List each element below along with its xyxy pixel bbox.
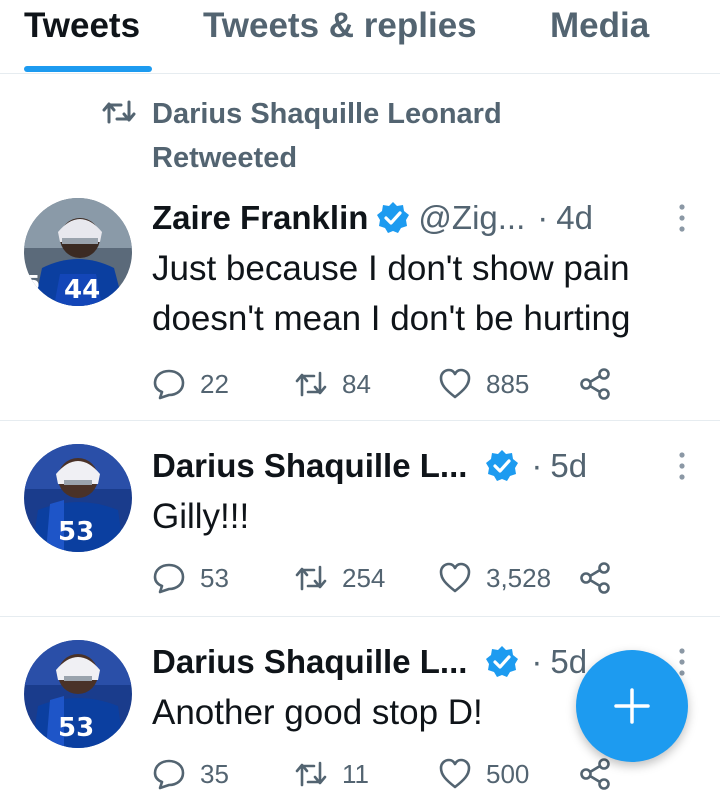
retweet-button[interactable]: 254: [294, 558, 385, 598]
like-count: 3,528: [486, 562, 552, 593]
separator-dot: ·: [531, 447, 543, 484]
reply-icon: [153, 759, 185, 790]
retweet-icon: [295, 761, 327, 787]
author-name[interactable]: Zaire Franklin: [152, 199, 368, 237]
reply-count: 35: [200, 758, 229, 789]
separator-dot: ·: [537, 199, 549, 236]
retweet-count: 11: [342, 758, 369, 789]
retweet-count: 84: [342, 368, 371, 399]
retweet-icon: [295, 371, 327, 397]
player-photo-icon: 53: [24, 640, 132, 748]
verified-badge-icon: [486, 450, 519, 481]
like-button[interactable]: 3,528: [438, 558, 551, 598]
more-options-icon[interactable]: [678, 646, 686, 678]
reply-count: 53: [200, 562, 229, 593]
avatar[interactable]: 53: [24, 640, 132, 748]
like-button[interactable]: 500: [438, 754, 529, 794]
tweet-actions: 53 254 3,528: [152, 558, 622, 598]
heart-icon: [439, 562, 471, 593]
svg-text:44: 44: [64, 275, 100, 305]
divider: [0, 616, 720, 617]
tab-media[interactable]: Media: [550, 6, 649, 46]
svg-text:5: 5: [26, 271, 40, 295]
tweet-timestamp[interactable]: 4d: [556, 199, 593, 237]
player-photo-icon: 53: [24, 444, 132, 552]
reply-icon: [153, 369, 185, 400]
svg-text:53: 53: [58, 517, 94, 547]
tweet-header: Darius Shaquille L... · 5d: [152, 444, 587, 488]
tab-tweets[interactable]: Tweets: [24, 6, 140, 46]
tweet-timestamp[interactable]: 5d: [550, 447, 587, 485]
avatar[interactable]: 44 5: [24, 198, 132, 306]
reply-button[interactable]: 53: [152, 558, 229, 598]
tweet-timestamp[interactable]: 5d: [550, 643, 587, 681]
share-icon: [580, 562, 610, 594]
heart-icon: [439, 758, 471, 789]
retweet-icon: [102, 100, 136, 124]
active-tab-indicator: [24, 66, 152, 72]
tweet-actions: 22 84 885: [152, 364, 622, 404]
verified-badge-icon: [486, 646, 519, 677]
author-name[interactable]: Darius Shaquille L...: [152, 643, 467, 681]
author-handle[interactable]: @Zig...: [418, 199, 525, 237]
author-name[interactable]: Darius Shaquille L...: [152, 447, 467, 485]
separator-dot: ·: [531, 643, 543, 680]
more-options-icon[interactable]: [678, 450, 686, 482]
svg-text:53: 53: [58, 713, 94, 743]
player-photo-icon: 44 5: [24, 198, 132, 306]
like-count: 500: [486, 758, 530, 789]
plus-icon: [614, 688, 650, 724]
avatar[interactable]: 53: [24, 444, 132, 552]
share-button[interactable]: [578, 558, 612, 598]
retweet-icon: [295, 565, 327, 591]
like-count: 885: [486, 368, 530, 399]
tweet-text: Just because I don't show pain doesn't m…: [152, 249, 631, 338]
retweet-count: 254: [342, 562, 386, 593]
tweet-header: Darius Shaquille L... · 5d: [152, 640, 587, 684]
profile-tabs: Tweets Tweets & replies Media: [0, 0, 720, 74]
divider: [0, 420, 720, 421]
more-options-icon[interactable]: [678, 202, 686, 234]
reply-icon: [153, 563, 185, 594]
heart-icon: [439, 368, 471, 399]
verified-badge-icon: [377, 202, 410, 233]
retweet-button[interactable]: 11: [294, 754, 369, 794]
retweet-button[interactable]: 84: [294, 364, 371, 404]
like-button[interactable]: 885: [438, 364, 529, 404]
tweet-actions: 35 11 500: [152, 754, 622, 794]
share-button[interactable]: [578, 754, 612, 794]
tweet-text: Gilly!!!: [152, 497, 250, 536]
share-button[interactable]: [578, 364, 612, 404]
share-icon: [580, 758, 610, 790]
compose-tweet-button[interactable]: [576, 650, 688, 762]
reply-count: 22: [200, 368, 229, 399]
reply-button[interactable]: 22: [152, 364, 229, 404]
retweet-context-label: Darius Shaquille Leonard Retweeted: [152, 98, 502, 174]
tab-tweets-and-replies[interactable]: Tweets & replies: [203, 6, 477, 46]
share-icon: [580, 368, 610, 400]
reply-button[interactable]: 35: [152, 754, 229, 794]
tweet-header: Zaire Franklin @Zig... · 4d: [152, 196, 593, 240]
